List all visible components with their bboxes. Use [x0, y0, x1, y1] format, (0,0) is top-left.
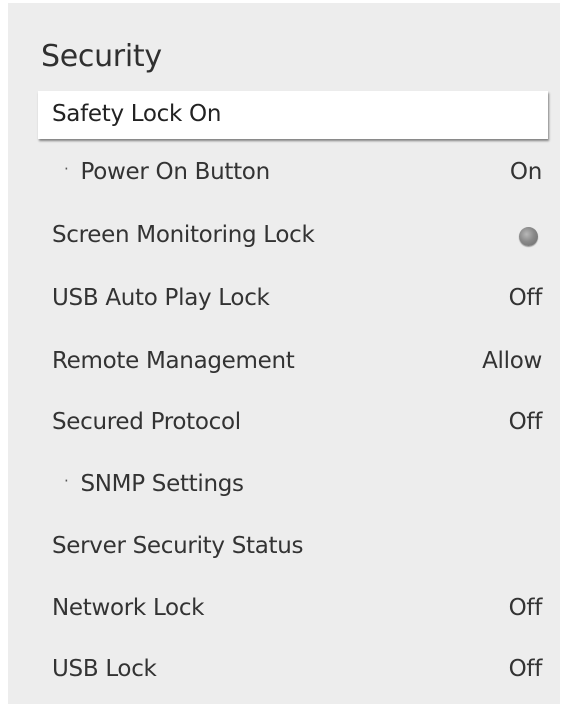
usb-lock-item[interactable]: USB Lock Off [38, 650, 548, 690]
network-lock-label: Network Lock [52, 595, 205, 621]
usb-lock-label: USB Lock [52, 656, 157, 682]
remote-management-value: Allow [482, 348, 542, 374]
secured-protocol-value: Off [508, 409, 543, 435]
power-on-button-item[interactable]: · Power On Button On [38, 153, 548, 193]
power-on-button-value: On [509, 159, 542, 185]
safety-lock-on-item[interactable]: Safety Lock On [38, 91, 548, 139]
screen-monitoring-lock-item[interactable]: Screen Monitoring Lock [38, 216, 548, 256]
network-lock-item[interactable]: Network Lock Off [38, 589, 548, 629]
usb-lock-value: Off [508, 656, 543, 682]
bullet-icon: · [64, 472, 69, 490]
network-lock-value: Off [508, 595, 543, 621]
power-on-button-label: Power On Button [80, 159, 270, 185]
snmp-settings-label: SNMP Settings [80, 471, 244, 497]
remote-management-label: Remote Management [52, 348, 295, 374]
remote-management-item[interactable]: Remote Management Allow [38, 342, 548, 382]
menu-title: Security [41, 39, 162, 74]
radio-toggle-icon[interactable] [519, 227, 538, 246]
usb-auto-play-lock-value: Off [508, 285, 543, 311]
bullet-icon: · [64, 160, 69, 178]
secured-protocol-label: Secured Protocol [52, 409, 241, 435]
server-security-status-item[interactable]: Server Security Status [38, 527, 548, 567]
safety-lock-on-label: Safety Lock On [52, 101, 222, 127]
secured-protocol-item[interactable]: Secured Protocol Off [38, 403, 548, 443]
usb-auto-play-lock-item[interactable]: USB Auto Play Lock Off [38, 279, 548, 319]
server-security-status-label: Server Security Status [52, 533, 304, 559]
security-menu-panel: Security Safety Lock On · Power On Button… [8, 3, 560, 704]
snmp-settings-item[interactable]: · SNMP Settings [38, 465, 548, 505]
screen-monitoring-lock-label: Screen Monitoring Lock [52, 222, 315, 248]
usb-auto-play-lock-label: USB Auto Play Lock [52, 285, 270, 311]
